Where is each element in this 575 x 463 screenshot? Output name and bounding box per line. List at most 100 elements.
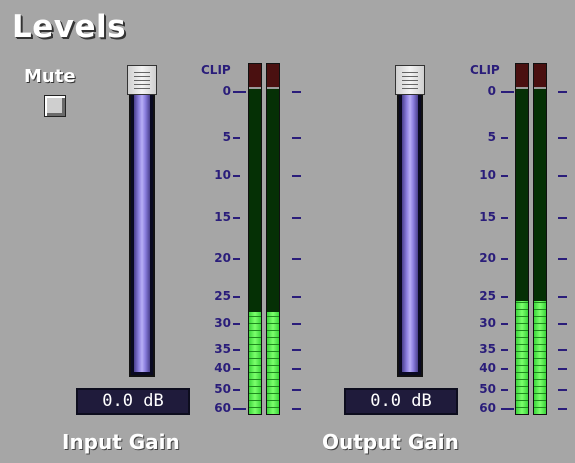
input-scale-tick-mark bbox=[233, 137, 240, 139]
output-scale-tick-mark bbox=[501, 408, 514, 410]
output-scale-tick-label: 20 bbox=[479, 251, 496, 265]
mute-checkbox[interactable] bbox=[44, 95, 66, 117]
meter-segment bbox=[267, 330, 279, 331]
input-scale-tick-label: 25 bbox=[214, 289, 231, 303]
output-scale-tick-label: 50 bbox=[479, 382, 496, 396]
input-meter-right-level bbox=[267, 312, 279, 414]
output-gain-label: Output Gain bbox=[322, 430, 459, 454]
output-scale-tick-mark-right bbox=[558, 175, 567, 177]
input-scale-tick-mark-right bbox=[292, 323, 301, 325]
meter-segment bbox=[516, 400, 528, 401]
meter-segment bbox=[516, 330, 528, 331]
input-scale-tick-label: 60 bbox=[214, 401, 231, 415]
meter-segment bbox=[516, 344, 528, 345]
meter-segment bbox=[267, 379, 279, 380]
meter-segment bbox=[267, 393, 279, 394]
meter-segment bbox=[267, 323, 279, 324]
meter-segment bbox=[534, 351, 546, 352]
input-scale-tick-label: 40 bbox=[214, 361, 231, 375]
output-scale-tick-mark bbox=[501, 217, 508, 219]
input-gain-fader-track[interactable] bbox=[129, 72, 155, 377]
meter-segment bbox=[534, 358, 546, 359]
meter-segment bbox=[516, 379, 528, 380]
meter-segment bbox=[267, 407, 279, 408]
input-gain-readout[interactable]: 0.0 dB bbox=[76, 388, 190, 415]
meter-segment bbox=[534, 379, 546, 380]
output-scale-tick-label: 0 bbox=[487, 84, 496, 98]
input-meter-left-clip-indicator bbox=[249, 64, 261, 88]
meter-segment bbox=[516, 337, 528, 338]
output-meter-left bbox=[515, 63, 529, 415]
output-scale-tick-mark bbox=[501, 258, 508, 260]
input-gain-label: Input Gain bbox=[62, 430, 180, 454]
meter-segment bbox=[267, 351, 279, 352]
input-gain-fader-knob[interactable] bbox=[127, 65, 157, 95]
input-scale-tick-mark bbox=[233, 258, 240, 260]
meter-segment bbox=[516, 323, 528, 324]
output-scale-tick-label: 35 bbox=[479, 342, 496, 356]
input-scale-tick-label: 20 bbox=[214, 251, 231, 265]
meter-segment bbox=[516, 309, 528, 310]
output-scale-tick-mark-right bbox=[558, 408, 567, 410]
output-scale-tick-mark-right bbox=[558, 137, 567, 139]
meter-segment bbox=[249, 400, 261, 401]
output-scale-tick-label: 60 bbox=[479, 401, 496, 415]
output-scale-tick-mark-right bbox=[558, 296, 567, 298]
input-scale-tick-mark-right bbox=[292, 408, 301, 410]
input-scale-tick-mark-right bbox=[292, 258, 301, 260]
meter-segment bbox=[516, 372, 528, 373]
output-scale-tick-mark bbox=[501, 389, 508, 391]
meter-segment bbox=[267, 316, 279, 317]
meter-segment bbox=[249, 365, 261, 366]
input-scale-tick-mark-right bbox=[292, 368, 301, 370]
output-scale-tick-mark-right bbox=[558, 349, 567, 351]
meter-segment bbox=[516, 365, 528, 366]
output-scale-tick-mark-right bbox=[558, 258, 567, 260]
meter-segment bbox=[249, 323, 261, 324]
output-gain-fader-knob[interactable] bbox=[395, 65, 425, 95]
meter-segment bbox=[249, 351, 261, 352]
input-scale-tick-label: 35 bbox=[214, 342, 231, 356]
meter-segment bbox=[249, 386, 261, 387]
input-scale-tick-mark-right bbox=[292, 217, 301, 219]
output-scale-tick-mark bbox=[501, 296, 508, 298]
output-scale-tick-mark bbox=[501, 349, 508, 351]
meter-segment bbox=[534, 365, 546, 366]
meter-segment bbox=[267, 344, 279, 345]
output-gain-readout[interactable]: 0.0 dB bbox=[344, 388, 458, 415]
meter-segment bbox=[534, 316, 546, 317]
input-scale-tick-mark-right bbox=[292, 137, 301, 139]
output-gain-fader-track[interactable] bbox=[397, 72, 423, 377]
meter-segment bbox=[267, 337, 279, 338]
meter-segment bbox=[267, 365, 279, 366]
output-scale-tick-label: 10 bbox=[479, 168, 496, 182]
meter-segment bbox=[267, 372, 279, 373]
levels-panel: Levels Mute 0.0 dB CLIP 0 5 10 15 20 25 30 35 40… bbox=[0, 0, 575, 463]
output-scale-tick-mark-right bbox=[558, 389, 567, 391]
input-scale-tick-label: 5 bbox=[222, 130, 231, 144]
output-gain-fader-fill bbox=[402, 74, 418, 372]
output-scale-tick-label: 30 bbox=[479, 316, 496, 330]
input-scale-tick-mark-right bbox=[292, 389, 301, 391]
input-scale-tick-mark bbox=[233, 296, 240, 298]
input-scale-tick-mark bbox=[233, 389, 240, 391]
input-scale-tick-mark bbox=[233, 91, 246, 93]
meter-segment bbox=[267, 358, 279, 359]
output-scale-tick-label: 25 bbox=[479, 289, 496, 303]
meter-segment bbox=[249, 316, 261, 317]
meter-segment bbox=[534, 400, 546, 401]
output-scale-tick-mark bbox=[501, 175, 508, 177]
input-scale-tick-mark bbox=[233, 368, 240, 370]
meter-segment bbox=[249, 344, 261, 345]
output-meter-right bbox=[533, 63, 547, 415]
meter-segment bbox=[249, 372, 261, 373]
output-scale-tick-mark bbox=[501, 323, 508, 325]
input-meter-left-level bbox=[249, 312, 261, 414]
meter-segment bbox=[516, 393, 528, 394]
input-scale-tick-mark-right bbox=[292, 349, 301, 351]
meter-segment bbox=[249, 379, 261, 380]
meter-segment bbox=[534, 372, 546, 373]
output-scale-tick-mark bbox=[501, 137, 508, 139]
meter-segment bbox=[516, 302, 528, 303]
output-scale-tick-label: 5 bbox=[487, 130, 496, 144]
